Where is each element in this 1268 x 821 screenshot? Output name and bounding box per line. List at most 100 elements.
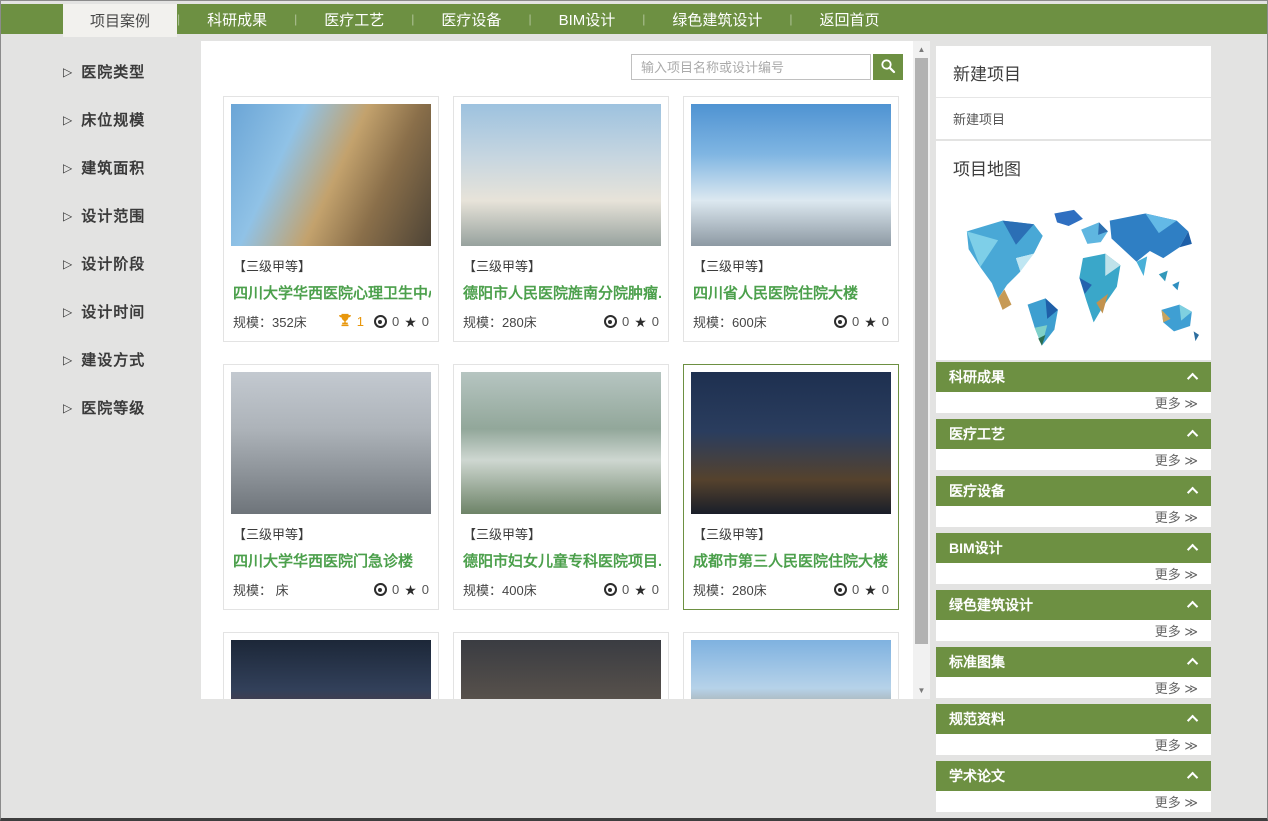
more-link[interactable]: 更多 ≫	[1155, 393, 1198, 412]
accordion-header-8[interactable]: 学术论文	[936, 761, 1211, 791]
project-title-link[interactable]: 四川大学华西医院心理卫生中心	[231, 282, 431, 303]
chevron-up-icon	[1187, 658, 1198, 669]
project-title-link[interactable]: 四川大学华西医院门急诊楼	[231, 550, 431, 571]
project-stats: 规模：600床0★0	[691, 312, 891, 331]
nav-item-6[interactable]: 绿色建筑设计	[645, 4, 789, 34]
new-project-title: 新建项目	[936, 46, 1211, 97]
filter-item-6[interactable]: ▷设计时间	[63, 301, 193, 322]
nav-item-1[interactable]: 项目案例	[63, 4, 177, 37]
filter-item-5[interactable]: ▷设计阶段	[63, 253, 193, 274]
accordion-section: BIM设计更多 ≫	[936, 533, 1211, 584]
favorites-count: 0	[882, 582, 889, 597]
project-card[interactable]	[683, 632, 899, 699]
nav-item-3[interactable]: 医疗工艺	[297, 4, 411, 34]
search-input[interactable]	[631, 54, 871, 80]
filter-item-3[interactable]: ▷建筑面积	[63, 157, 193, 178]
views-count: 0	[392, 314, 399, 329]
project-card-grid: 【三级甲等】四川大学华西医院心理卫生中心规模：352床10★0【三级甲等】德阳市…	[223, 96, 899, 699]
triangle-expand-icon: ▷	[63, 353, 72, 367]
project-title-link[interactable]: 德阳市妇女儿童专科医院项目...	[461, 550, 661, 571]
more-link[interactable]: 更多 ≫	[1155, 621, 1198, 640]
filter-item-8[interactable]: ▷医院等级	[63, 397, 193, 418]
accordion-header-4[interactable]: BIM设计	[936, 533, 1211, 563]
stat-icons: 0★0	[834, 314, 889, 329]
project-photo	[691, 104, 891, 246]
trophy-count: 1	[357, 314, 364, 329]
chevron-up-icon	[1187, 487, 1198, 498]
views-icon	[374, 315, 387, 328]
filter-item-2[interactable]: ▷床位规模	[63, 109, 193, 130]
top-nav: 项目案例|科研成果|医疗工艺|医疗设备|BIM设计|绿色建筑设计|返回首页	[1, 4, 1267, 34]
accordion-header-1[interactable]: 科研成果	[936, 362, 1211, 392]
accordion-header-2[interactable]: 医疗工艺	[936, 419, 1211, 449]
project-card[interactable]: 【三级甲等】四川大学华西医院门急诊楼规模： 床0★0	[223, 364, 439, 610]
more-link[interactable]: 更多 ≫	[1155, 564, 1198, 583]
more-link[interactable]: 更多 ≫	[1155, 678, 1198, 697]
stat-icons: 0★0	[604, 582, 659, 597]
hospital-grade-label: 【三级甲等】	[231, 256, 431, 275]
nav-item-4[interactable]: 医疗设备	[414, 4, 528, 34]
more-link[interactable]: 更多 ≫	[1155, 507, 1198, 526]
more-link[interactable]: 更多 ≫	[1155, 792, 1198, 811]
project-card[interactable]	[453, 632, 669, 699]
stat-icons: 0★0	[604, 314, 659, 329]
filter-item-7[interactable]: ▷ 建设方式	[63, 349, 193, 370]
scrollbar[interactable]: ▲ ▼	[913, 41, 930, 699]
new-project-box: 新建项目 新建项目	[936, 46, 1211, 139]
scrollbar-down-arrow[interactable]: ▼	[913, 683, 930, 698]
project-card[interactable]	[223, 632, 439, 699]
scrollbar-thumb[interactable]	[915, 58, 928, 644]
more-link[interactable]: 更多 ≫	[1155, 450, 1198, 469]
filter-label: 医院类型	[81, 61, 145, 82]
project-photo	[691, 372, 891, 514]
accordion-header-5[interactable]: 绿色建筑设计	[936, 590, 1211, 620]
world-map-image	[949, 201, 1199, 351]
accordion-body: 更多 ≫	[936, 506, 1211, 527]
scrollbar-up-arrow[interactable]: ▲	[913, 42, 930, 57]
filter-label: 建设方式	[81, 349, 145, 370]
accordion-label: 学术论文	[949, 766, 1005, 786]
views-icon	[604, 315, 617, 328]
filter-item-1[interactable]: ▷医院类型	[63, 61, 193, 82]
project-card[interactable]: 【三级甲等】四川大学华西医院心理卫生中心规模：352床10★0	[223, 96, 439, 342]
triangle-expand-icon: ▷	[63, 161, 72, 175]
nav-item-7[interactable]: 返回首页	[793, 4, 907, 34]
project-title-link[interactable]: 德阳市人民医院旌南分院肿瘤...	[461, 282, 661, 303]
project-title-link[interactable]: 四川省人民医院住院大楼	[691, 282, 891, 303]
stat-icons: 0★0	[374, 582, 429, 597]
filter-item-4[interactable]: ▷设计范围	[63, 205, 193, 226]
accordion-header-3[interactable]: 医疗设备	[936, 476, 1211, 506]
project-card[interactable]: 【三级甲等】成都市第三人民医院住院大楼规模：280床0★0	[683, 364, 899, 610]
accordion-label: 科研成果	[949, 367, 1005, 387]
project-title-link[interactable]: 成都市第三人民医院住院大楼	[691, 550, 891, 571]
accordion-list: 科研成果更多 ≫医疗工艺更多 ≫医疗设备更多 ≫BIM设计更多 ≫绿色建筑设计更…	[936, 362, 1211, 812]
project-stats: 规模：280床0★0	[461, 312, 661, 331]
world-map	[936, 192, 1211, 360]
project-card[interactable]: 【三级甲等】德阳市妇女儿童专科医院项目...规模：400床0★0	[453, 364, 669, 610]
chevron-up-icon	[1187, 373, 1198, 384]
search-button[interactable]	[873, 54, 903, 80]
more-link[interactable]: 更多 ≫	[1155, 735, 1198, 754]
nav-item-2[interactable]: 科研成果	[180, 4, 294, 34]
chevron-up-icon	[1187, 772, 1198, 783]
accordion-header-6[interactable]: 标准图集	[936, 647, 1211, 677]
search-bar	[631, 54, 903, 80]
right-sidebar: 新建项目 新建项目 项目地图	[936, 46, 1211, 818]
page: 项目案例|科研成果|医疗工艺|医疗设备|BIM设计|绿色建筑设计|返回首页 ▷医…	[0, 0, 1268, 821]
hospital-grade-label: 【三级甲等】	[461, 256, 661, 275]
views-icon	[834, 315, 847, 328]
chevron-up-icon	[1187, 715, 1198, 726]
accordion-header-7[interactable]: 规范资料	[936, 704, 1211, 734]
project-card[interactable]: 【三级甲等】德阳市人民医院旌南分院肿瘤... 规模：280床0★0	[453, 96, 669, 342]
filter-label: 设计范围	[81, 205, 145, 226]
chevron-up-icon	[1187, 544, 1198, 555]
new-project-link[interactable]: 新建项目	[936, 98, 1211, 139]
favorite-icon: ★	[634, 315, 647, 329]
project-card[interactable]: 【三级甲等】四川省人民医院住院大楼规模：600床0★0	[683, 96, 899, 342]
nav-item-5[interactable]: BIM设计	[532, 4, 643, 34]
stat-icons: 0★0	[834, 582, 889, 597]
favorite-icon: ★	[634, 583, 647, 597]
triangle-expand-icon: ▷	[63, 305, 72, 319]
triangle-expand-icon: ▷	[63, 401, 72, 415]
favorite-icon: ★	[404, 315, 417, 329]
